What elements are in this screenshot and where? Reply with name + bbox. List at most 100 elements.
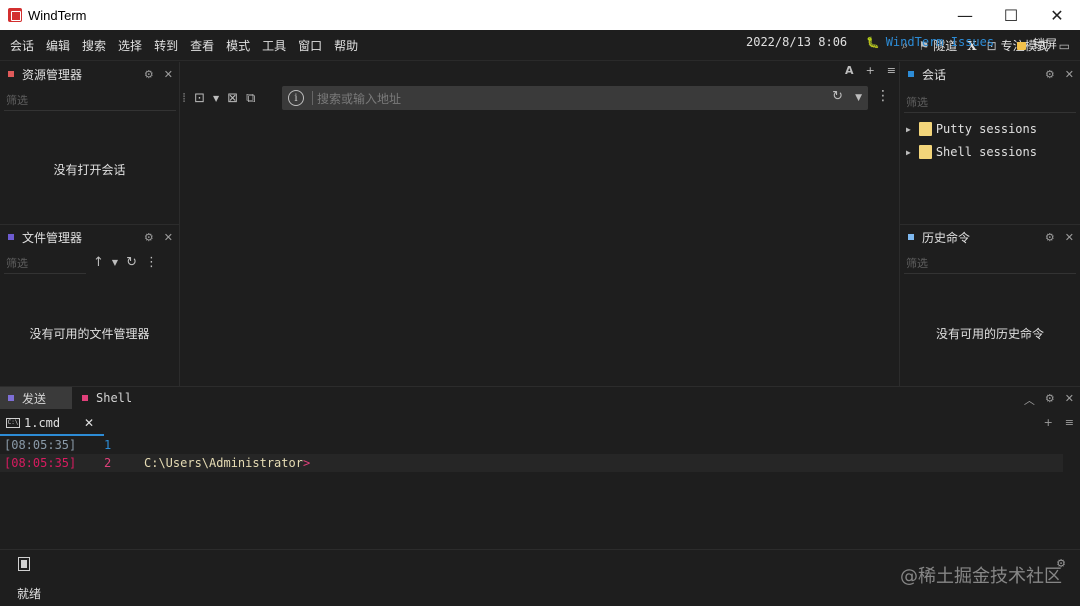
history-title: 历史命令 [922, 230, 971, 245]
chevron-down-icon[interactable]: ▼ [213, 94, 219, 103]
expand-arrow-icon[interactable]: ▶ [906, 125, 911, 134]
gear-icon[interactable]: ⚙ [144, 68, 154, 81]
close-icon[interactable]: ✕ [164, 68, 173, 81]
gear-icon[interactable]: ⚙ [1045, 68, 1055, 81]
menu-mode[interactable]: 模式 [220, 37, 256, 54]
close-session-icon[interactable]: ⊠ [227, 91, 238, 106]
font-button[interactable]: A [845, 64, 854, 77]
window-title: WindTerm [28, 7, 87, 23]
status-datetime: 2022/8/13 8:06 [746, 35, 848, 49]
gear-icon[interactable]: ⚙ [1045, 231, 1055, 244]
menu-view[interactable]: 查看 [184, 37, 220, 54]
tree-item-shell-sessions[interactable]: ▶ Shell sessions [906, 142, 1037, 162]
right-hdivider [900, 224, 1080, 225]
file-filter-input[interactable]: 筛选 [4, 252, 86, 274]
maximize-button[interactable]: ☐ [988, 0, 1034, 30]
no-history-message: 没有可用的历史命令 [935, 327, 1044, 341]
menu-tools[interactable]: 工具 [256, 37, 292, 54]
refresh-icon[interactable]: ↻ [126, 255, 137, 271]
window-controls: — ☐ ✕ [942, 0, 1080, 30]
lock-label: 锁屏 [1033, 37, 1058, 51]
close-icon[interactable]: ✕ [1065, 68, 1074, 81]
menu-edit[interactable]: 编辑 [40, 37, 76, 54]
menu-search[interactable]: 搜索 [76, 37, 112, 54]
tab-dot [8, 395, 14, 401]
tab-send-label: 发送 [22, 391, 47, 406]
resource-manager-header: 资源管理器 ⚙ ✕ [0, 63, 179, 85]
address-bar[interactable]: i 搜索或输入地址 ↻ ▼ [282, 86, 868, 110]
menu-icon[interactable]: ≡ [1065, 416, 1074, 429]
tree-item-label: Shell sessions [935, 145, 1037, 159]
document-icon[interactable] [18, 557, 30, 571]
menu-help[interactable]: 帮助 [328, 37, 364, 54]
history-header: 历史命令 ⚙ ✕ [900, 226, 1080, 248]
file-manager-tools: ↑ ▼ ↻ ⋮ [93, 255, 158, 271]
lock-screen-button[interactable]: 锁屏 [1017, 35, 1057, 52]
sessions-header: 会话 ⚙ ✕ [900, 63, 1080, 85]
line-timestamp: [08:05:35] [4, 438, 77, 452]
prompt-path: C:\Users\Administrator [144, 456, 303, 470]
gear-icon[interactable]: ⚙ [1045, 392, 1055, 408]
no-open-session-message: 没有打开会话 [53, 163, 126, 177]
close-button[interactable]: ✕ [1034, 0, 1080, 30]
menu-goto[interactable]: 转到 [148, 37, 184, 54]
tree-item-label: Putty sessions [935, 122, 1037, 136]
plus-icon[interactable]: + [1044, 416, 1053, 429]
close-icon[interactable]: ✕ [84, 416, 94, 430]
chevron-down-icon[interactable]: ▼ [855, 89, 862, 107]
left-hdivider [0, 224, 179, 225]
center-top-tools: A + ≡ [845, 64, 896, 77]
close-icon[interactable]: ✕ [1065, 392, 1074, 408]
close-icon[interactable]: ✕ [164, 231, 173, 244]
gear-icon[interactable]: ⚙ [144, 231, 154, 244]
plus-icon[interactable]: + [866, 64, 875, 77]
line-timestamp: [08:05:35] [4, 456, 77, 470]
menu-window[interactable]: 窗口 [292, 37, 328, 54]
prompt-symbol: > [302, 456, 311, 470]
more-vertical-icon[interactable]: ⋮ [145, 255, 158, 271]
title-bar: WindTerm — ☐ ✕ [0, 0, 1080, 30]
lock-icon [1017, 41, 1026, 50]
windterm-app: WindTerm — ☐ ✕ 会话 编辑 搜索 选择 转到 查看 模式 工具 窗… [0, 0, 1080, 606]
tab-shell-label: Shell [96, 391, 133, 405]
info-icon[interactable]: i [288, 90, 304, 106]
menu-select[interactable]: 选择 [112, 37, 148, 54]
tree-item-putty-sessions[interactable]: ▶ Putty sessions [906, 119, 1037, 139]
left-divider[interactable] [179, 62, 180, 386]
terminal-tab-tools: + ≡ [1044, 416, 1074, 429]
drag-handle-icon[interactable]: ⁞ [182, 91, 186, 106]
duplicate-session-icon[interactable]: ⧉ [246, 91, 255, 106]
chevron-down-icon[interactable]: ▼ [112, 255, 118, 271]
close-icon[interactable]: ✕ [1065, 231, 1074, 244]
address-input[interactable]: 搜索或输入地址 [317, 90, 401, 107]
chevron-up-icon[interactable]: ︿ [1024, 392, 1035, 408]
terminal-icon: C:\ [6, 418, 20, 428]
no-file-manager-message: 没有可用的文件管理器 [29, 327, 150, 341]
menu-session[interactable]: 会话 [4, 37, 40, 54]
layout-icon[interactable]: ▭ [1059, 39, 1070, 53]
tab-shell[interactable]: Shell [74, 387, 154, 409]
new-session-icon[interactable]: ⊡ [194, 91, 205, 106]
arrow-up-icon[interactable]: ↑ [93, 255, 104, 271]
terminal-line[interactable]: [08:05:35] 1 [4, 436, 144, 454]
windterm-issues-link[interactable]: 🐛 WindTerm Issues [866, 35, 994, 49]
resource-filter-input[interactable]: 筛选 [4, 89, 176, 111]
panel-dot [908, 71, 914, 77]
reload-icon[interactable]: ↻ [832, 89, 843, 107]
folder-icon [918, 122, 932, 136]
tab-send[interactable]: 发送 [0, 387, 72, 409]
issues-label: WindTerm Issues [885, 35, 995, 49]
history-filter-input[interactable]: 筛选 [904, 252, 1076, 274]
more-vertical-icon[interactable]: ⋮ [876, 88, 890, 104]
menu-icon[interactable]: ≡ [887, 64, 896, 77]
watermark: @稀土掘金技术社区 [900, 566, 1062, 587]
folder-icon [918, 145, 932, 159]
tab-dot [82, 395, 88, 401]
expand-arrow-icon[interactable]: ▶ [906, 148, 911, 157]
terminal-line[interactable]: [08:05:35] 2 C:\Users\Administrator > [4, 454, 310, 472]
tab-1-cmd[interactable]: C:\ 1.cmd ✕ [0, 412, 104, 436]
file-manager-title: 文件管理器 [22, 230, 83, 245]
minimize-button[interactable]: — [942, 0, 988, 30]
tab-1-cmd-label: 1.cmd [24, 416, 61, 430]
sessions-filter-input[interactable]: 筛选 [904, 91, 1076, 113]
